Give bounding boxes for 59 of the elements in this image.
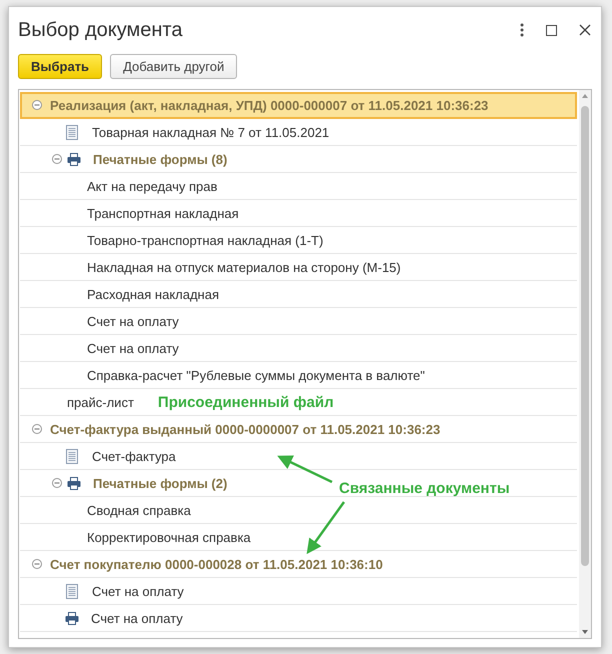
tree-row[interactable]: Счет на оплату: [20, 578, 577, 605]
tree-row[interactable]: Транспортная накладная: [20, 200, 577, 227]
tree-row[interactable]: Счет-фактура: [20, 443, 577, 470]
row-label: Реализация (акт, накладная, УПД) 0000-000007 от 11.05.2021 10:36:23: [50, 98, 488, 112]
annotation-label: Присоединенный файл: [158, 394, 334, 410]
row-label: Счет-фактура: [92, 448, 176, 464]
tree-row[interactable]: Счет на оплату: [20, 335, 577, 362]
callout-label: Связанные документы: [339, 480, 510, 497]
tree-row[interactable]: Товарная накладная № 7 от 11.05.2021: [20, 119, 577, 146]
tree-row[interactable]: Реализация (акт, накладная, УПД) 0000-000007 от 11.05.2021 10:36:23: [20, 92, 577, 119]
row-label: Транспортная накладная: [87, 206, 239, 220]
tree-row[interactable]: Печатные формы (8): [20, 146, 577, 173]
tree-row[interactable]: Расходная накладная: [20, 281, 577, 308]
collapse-icon[interactable]: [32, 424, 42, 434]
tree-row[interactable]: Акт на передачу прав: [20, 173, 577, 200]
document-icon: [66, 124, 78, 140]
tree-row[interactable]: Счет покупателю 0000-000028 от 11.05.2021 10:36:10: [20, 551, 577, 578]
printer-icon: [67, 152, 81, 166]
row-label: Печатные формы (2): [93, 476, 228, 490]
tree-row[interactable]: Счет-фактура выданный 0000-0000007 от 11.05.2021 10:36:23: [20, 416, 577, 443]
scrollbar[interactable]: [579, 90, 591, 638]
tree-row[interactable]: Корректировочная справка: [20, 524, 577, 551]
row-label: прайс-лист: [67, 394, 134, 410]
collapse-icon[interactable]: [32, 100, 42, 110]
collapse-icon[interactable]: [52, 154, 62, 164]
tree-row[interactable]: Справка-расчет "Рублевые суммы документа в валюте": [20, 362, 577, 389]
row-label: Товарно-транспортная накладная (1-Т): [87, 232, 324, 248]
more-icon[interactable]: [520, 23, 524, 37]
printer-icon: [65, 612, 79, 624]
row-label: Счет на оплату: [92, 584, 184, 598]
row-label: Счет на оплату: [91, 610, 183, 626]
close-icon[interactable]: [579, 24, 591, 36]
row-label: Счет-фактура выданный 0000-0000007 от 11.05.2021 10:36:23: [50, 422, 440, 436]
row-label: Корректировочная справка: [87, 530, 251, 544]
tree-row[interactable]: Счет на оплату: [20, 308, 577, 335]
row-label: Счет на оплату: [87, 340, 179, 356]
printer-icon: [67, 476, 81, 490]
collapse-icon[interactable]: [52, 478, 62, 488]
row-label: Товарная накладная № 7 от 11.05.2021: [92, 124, 330, 140]
tree-row[interactable]: прайс-лист Присоединенный файл: [20, 389, 577, 416]
row-label: Акт на передачу прав: [87, 178, 218, 194]
tree-row[interactable]: Счет на оплату: [20, 605, 577, 632]
select-button[interactable]: Выбрать: [18, 54, 102, 79]
document-icon: [66, 448, 78, 464]
collapse-icon[interactable]: [32, 559, 42, 569]
row-label: Расходная накладная: [87, 286, 220, 302]
add-button[interactable]: Добавить другой: [110, 54, 238, 79]
row-label: Счет на оплату: [87, 314, 179, 328]
row-label: Накладная на отпуск материалов на сторону (М-15): [87, 260, 401, 274]
row-label: Справка-расчет "Рублевые суммы документа в валюте": [87, 368, 425, 382]
tree-row[interactable]: Сводная справка: [20, 497, 577, 524]
tree-row[interactable]: Товарно-транспортная накладная (1-Т): [20, 227, 577, 254]
tree-row[interactable]: Накладная на отпуск материалов на сторону (М-15): [20, 254, 577, 281]
row-label: Сводная справка: [87, 502, 191, 518]
document-icon: [66, 584, 78, 598]
row-label: Счет покупателю 0000-000028 от 11.05.2021 10:36:10: [50, 556, 383, 572]
maximize-icon[interactable]: [546, 24, 557, 36]
window-title: Выбор документа: [18, 18, 184, 42]
row-label: Печатные формы (8): [93, 152, 228, 166]
